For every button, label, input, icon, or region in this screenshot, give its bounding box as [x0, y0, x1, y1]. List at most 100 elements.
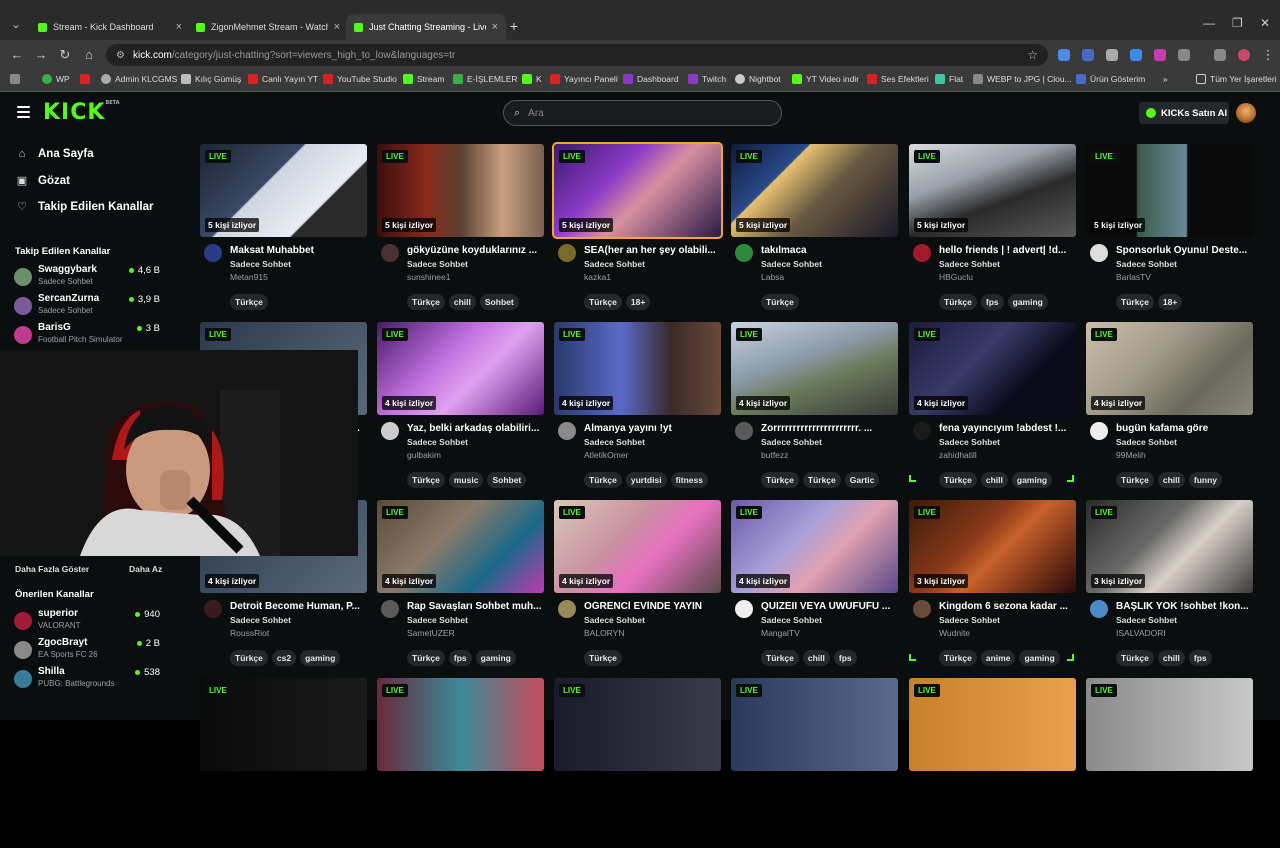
tag[interactable]: fps [448, 650, 472, 666]
new-tab-icon[interactable]: + [506, 18, 522, 34]
stream-category[interactable]: Sadece Sohbet [761, 615, 822, 625]
maximize-icon[interactable]: ❐ [1232, 16, 1243, 30]
sidebar-item-browse[interactable]: ▣ Gözat [16, 175, 70, 187]
close-icon[interactable]: × [492, 21, 498, 33]
stream-title[interactable]: Zorrrrrrrrrrrrrrrrrrrrrr. ... [761, 423, 897, 434]
tag[interactable]: Türkçe [230, 650, 268, 666]
show-more-button[interactable]: Daha Fazla Göster [15, 564, 89, 574]
stream-title[interactable]: QUIZEII VEYA UWUFUFU ... [761, 601, 897, 612]
channel-name[interactable]: kazka1 [584, 272, 611, 282]
extension-icon[interactable] [1154, 49, 1166, 61]
tag[interactable]: Türkçe [761, 294, 799, 310]
stream-card[interactable]: LIVE 4 kişi izliyor QUIZEII VEYA UWUFUFU .… [731, 500, 898, 670]
profile-icon[interactable] [1238, 49, 1250, 61]
tag[interactable]: Türkçe [407, 650, 445, 666]
bookmark-item[interactable]: Kılıç Gümüş [181, 74, 241, 84]
tag[interactable]: Türkçe [1116, 650, 1154, 666]
stream-thumbnail[interactable]: LIVE 5 kişi izliyor [552, 142, 723, 239]
bookmark-star-icon[interactable]: ☆ [1027, 48, 1038, 62]
stream-title[interactable]: fena yayıncıyım !abdest !... [939, 423, 1075, 434]
stream-category[interactable]: Sadece Sohbet [230, 615, 291, 625]
avatar[interactable] [735, 422, 753, 440]
stream-thumbnail[interactable]: LIVE 5 kişi izliyor [909, 144, 1076, 237]
kick-logo[interactable]: KICKBETA [43, 100, 120, 125]
bookmark-item[interactable]: YouTube Studio [323, 74, 397, 84]
avatar[interactable] [913, 244, 931, 262]
stream-thumbnail[interactable]: LIVE 3 kişi izliyor [1086, 500, 1253, 593]
avatar[interactable] [1090, 422, 1108, 440]
extension-icon[interactable] [1106, 49, 1118, 61]
stream-thumbnail[interactable]: LIVE [909, 678, 1076, 771]
sidebar-channel[interactable]: Shilla PUBG: Battlegrounds 538 [14, 666, 164, 694]
extension-icon[interactable] [1082, 49, 1094, 61]
tag[interactable]: music [448, 472, 484, 488]
stream-category[interactable]: Sadece Sohbet [939, 437, 1000, 447]
avatar[interactable] [381, 422, 399, 440]
tag[interactable]: yurtdisi [625, 472, 667, 488]
tab-search-icon[interactable]: ⌄ [8, 16, 24, 34]
stream-thumbnail[interactable]: LIVE 4 kişi izliyor [731, 322, 898, 415]
tag[interactable]: Türkçe [939, 472, 977, 488]
stream-thumbnail[interactable]: LIVE 5 kişi izliyor [377, 144, 544, 237]
bookmark-item[interactable]: Ürün Gösterim [1076, 74, 1145, 84]
stream-category[interactable]: Sadece Sohbet [761, 259, 822, 269]
avatar[interactable] [381, 600, 399, 618]
avatar[interactable] [913, 422, 931, 440]
stream-title[interactable]: Almanya yayını !yt [584, 423, 720, 434]
tag[interactable]: Türkçe [230, 294, 268, 310]
tag[interactable]: fps [833, 650, 857, 666]
stream-thumbnail[interactable]: LIVE 4 kişi izliyor [731, 500, 898, 593]
avatar[interactable] [1236, 103, 1256, 123]
stream-category[interactable]: Sadece Sohbet [939, 259, 1000, 269]
stream-thumbnail[interactable]: LIVE 3 kişi izliyor [909, 500, 1076, 593]
search-input[interactable]: ⌕ Ara [503, 100, 782, 126]
home-icon[interactable]: ⌂ [81, 47, 97, 63]
site-info-icon[interactable]: ⚙ [116, 50, 125, 61]
tag[interactable]: Türkçe [407, 472, 445, 488]
stream-category[interactable]: Sadece Sohbet [1116, 259, 1177, 269]
stream-card[interactable]: LIVE [200, 678, 367, 848]
sidebar-channel[interactable]: superior VALORANT 940 [14, 608, 164, 636]
stream-category[interactable]: Sadece Sohbet [584, 259, 645, 269]
avatar[interactable] [913, 600, 931, 618]
forward-icon[interactable]: → [33, 47, 49, 63]
tag[interactable]: Gartic [844, 472, 880, 488]
tag[interactable]: Türkçe [761, 650, 799, 666]
bookmark-item[interactable]: Nightbot [735, 74, 781, 84]
avatar[interactable] [1090, 600, 1108, 618]
channel-name[interactable]: zahidhatill [939, 450, 977, 460]
avatar[interactable] [735, 244, 753, 262]
stream-title[interactable]: takılmaca [761, 245, 897, 256]
bookmark-folder[interactable]: Tüm Yer İşaretleri [1196, 74, 1277, 84]
stream-thumbnail[interactable]: LIVE [731, 678, 898, 771]
stream-card[interactable]: LIVE [909, 678, 1076, 848]
tag[interactable]: chill [1157, 650, 1185, 666]
bookmark-item[interactable]: Canlı Yayın YT [248, 74, 318, 84]
stream-card[interactable]: LIVE 4 kişi izliyor bugün kafama göre Sadec… [1086, 322, 1253, 492]
bookmark-item[interactable]: YT Video indir [792, 74, 859, 84]
media-icon[interactable] [1214, 49, 1226, 61]
stream-card[interactable]: LIVE 5 kişi izliyor takılmaca Sadece Sohbet… [731, 144, 898, 314]
stream-category[interactable]: Sadece Sohbet [761, 437, 822, 447]
stream-card[interactable]: LIVE 3 kişi izliyor Kingdom 6 sezona kadar… [909, 500, 1076, 670]
tag[interactable]: Türkçe [1116, 472, 1154, 488]
channel-name[interactable]: sunshinee1 [407, 272, 450, 282]
bookmark-item[interactable]: Twitch [688, 74, 726, 84]
close-window-icon[interactable]: ✕ [1260, 16, 1270, 30]
bookmark-item[interactable]: WP [42, 74, 70, 84]
stream-thumbnail[interactable]: LIVE 4 kişi izliyor [377, 322, 544, 415]
stream-title[interactable]: hello friends | ! advert| !d... [939, 245, 1075, 256]
tag[interactable]: fps [980, 294, 1004, 310]
stream-card[interactable]: LIVE 4 kişi izliyor Rap Savaşları Sohbet m… [377, 500, 544, 670]
channel-name[interactable]: SametUZER [407, 628, 455, 638]
browser-tab-active[interactable]: Just Chatting Streaming - Live × [346, 14, 506, 40]
avatar[interactable] [735, 600, 753, 618]
hamburger-menu-icon[interactable] [17, 106, 30, 118]
bookmark-item[interactable]: WEBP to JPG | Clou... [973, 74, 1072, 84]
stream-thumbnail[interactable]: LIVE [377, 678, 544, 771]
stream-category[interactable]: Sadece Sohbet [584, 615, 645, 625]
tag[interactable]: gaming [1007, 294, 1048, 310]
avatar[interactable] [558, 244, 576, 262]
stream-title[interactable]: Yaz, belki arkadaş olabiliri... [407, 423, 543, 434]
extensions-puzzle-icon[interactable] [1178, 49, 1190, 61]
